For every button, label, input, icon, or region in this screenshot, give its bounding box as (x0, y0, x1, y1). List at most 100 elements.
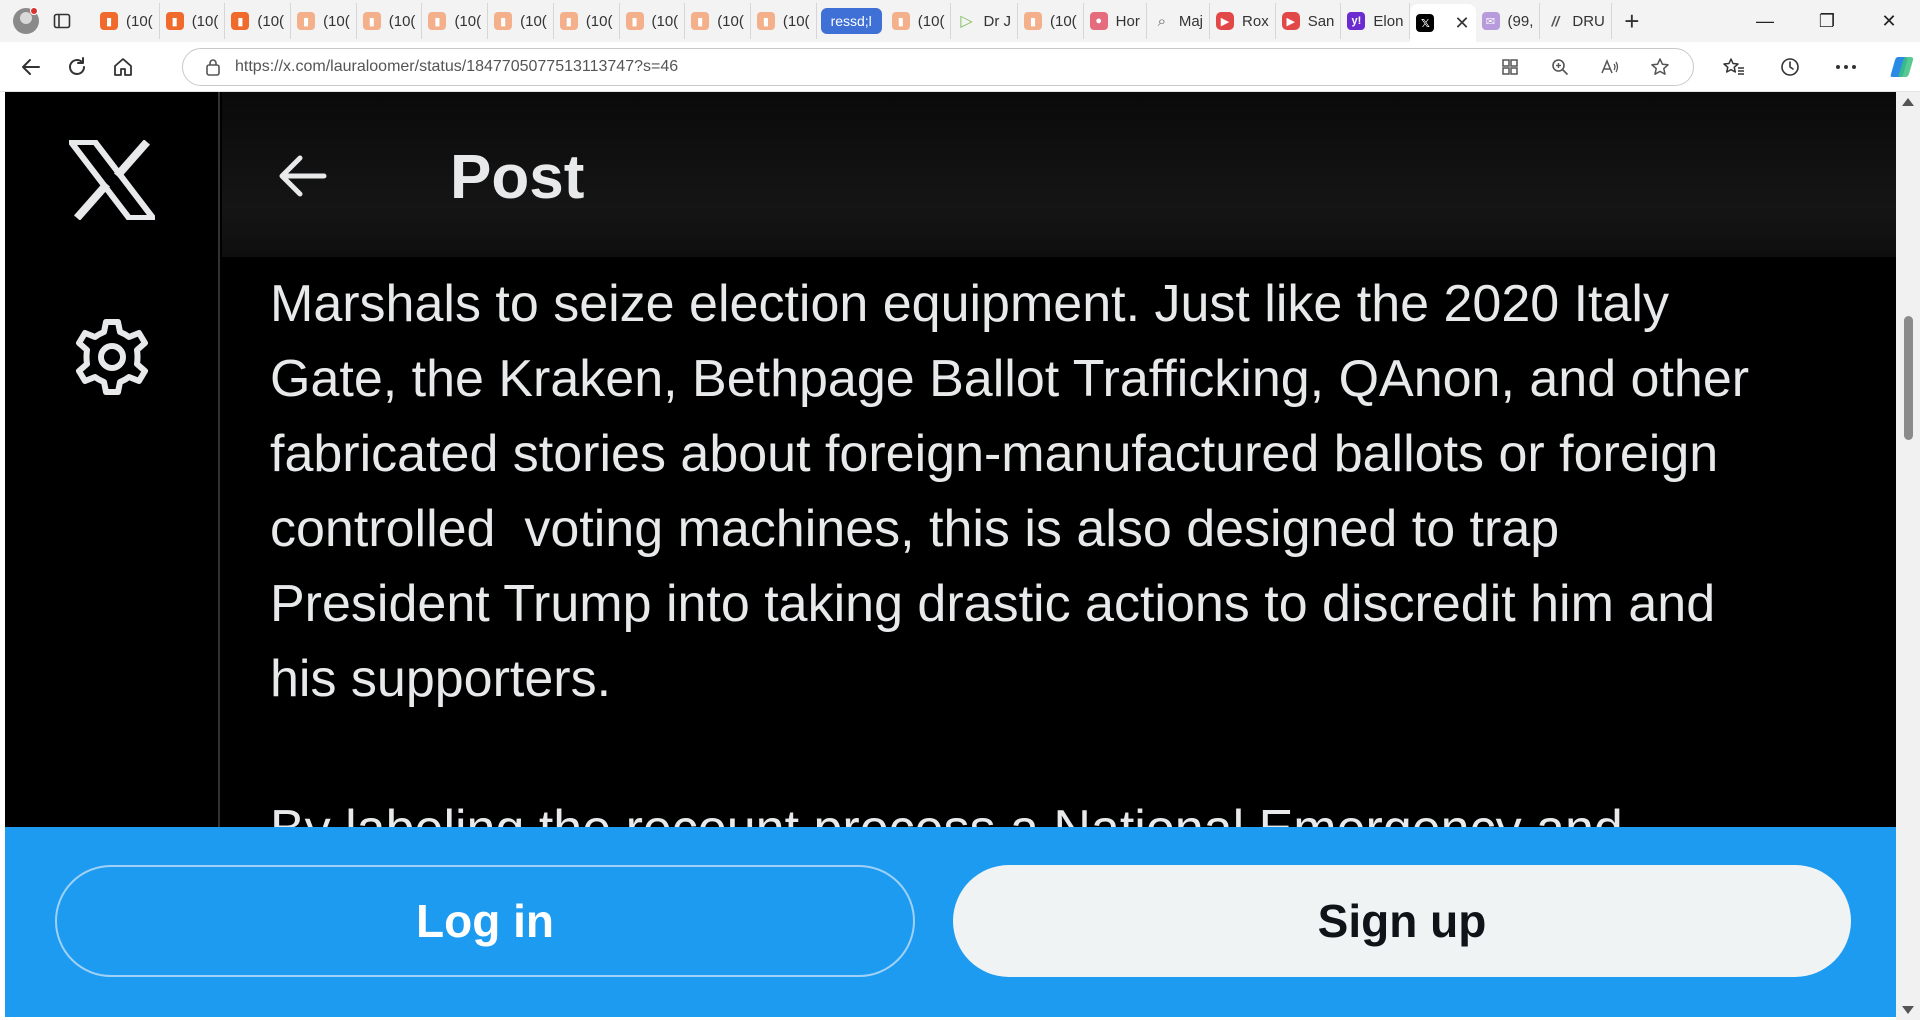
browser-tab-active[interactable]: 𝕏 ✕ (1410, 4, 1476, 42)
post-body-text: Marshals to seize election equipment. Ju… (270, 267, 1870, 717)
history-icon[interactable] (1762, 48, 1818, 86)
address-bar[interactable]: https://x.com/lauraloomer/status/1847705… (182, 48, 1694, 86)
home-button[interactable] (100, 47, 146, 87)
bookmark-icon: ▮ (100, 12, 118, 30)
tab-actions-icon (53, 13, 71, 29)
browser-tab[interactable]: ▮ (10( (751, 3, 817, 39)
browser-tab[interactable]: ▮ (10( (291, 3, 357, 39)
tab-list: ▮ (10(▮ (10(▮ (10(▮ (10(▮ (10(▮ (10(▮ (10(▮ (10(… (94, 0, 1612, 42)
favorite-star-icon[interactable] (1635, 50, 1685, 84)
tab-label: (10( (191, 12, 219, 30)
browser-tab[interactable]: ▷ Dr J (951, 3, 1018, 39)
web-page: Post Marshals to seize election equipmen… (5, 92, 1896, 1017)
browser-tab[interactable]: ▮ (10( (685, 3, 751, 39)
scroll-down-arrow-icon[interactable] (1902, 1006, 1914, 1014)
bookmark-icon: ▮ (494, 12, 513, 30)
tab-actions-button[interactable] (44, 3, 80, 39)
post-text-line: fabricated stories about foreign-manufac… (270, 425, 1719, 483)
post-text-line: controlled voting machines, this is also… (270, 500, 1560, 558)
copilot-icon[interactable] (1874, 48, 1920, 86)
tab-label: Elon (1373, 12, 1404, 30)
tab-label: (10( (388, 12, 416, 30)
refresh-button[interactable] (54, 47, 100, 87)
post-text-line: Gate, the Kraken, Bethpage Ballot Traffi… (270, 350, 1750, 408)
bookmark-icon: ▮ (756, 12, 775, 30)
tab-label: (10( (1049, 12, 1077, 30)
new-tab-button[interactable]: + (1612, 3, 1652, 39)
url-text[interactable]: https://x.com/lauraloomer/status/1847705… (235, 58, 1485, 76)
post-text-line: Marshals to seize election equipment. Ju… (270, 275, 1669, 333)
browser-tab[interactable]: ▮ (10( (225, 3, 292, 39)
tab-label: DRU (1572, 12, 1605, 30)
login-button[interactable]: Log in (55, 865, 915, 977)
x-logo-icon: 𝕏 (1416, 14, 1435, 32)
profile-button[interactable] (8, 3, 44, 39)
browser-tab[interactable]: ▮ (10( (422, 3, 489, 39)
refresh-icon (69, 56, 85, 75)
signup-button[interactable]: Sign up (953, 865, 1851, 977)
restore-button[interactable]: ❐ (1796, 0, 1858, 42)
browser-tab[interactable]: ▮ (10( (488, 3, 554, 39)
bookmark-icon: ▮ (428, 12, 447, 30)
favorites-icon[interactable] (1706, 48, 1762, 86)
browser-tab[interactable]: ⌕ Maj (1147, 3, 1211, 39)
browser-tab[interactable]: ▮ (10( (160, 3, 226, 39)
close-tab-icon[interactable]: ✕ (1454, 13, 1469, 34)
notification-dot (30, 7, 38, 15)
bookmark-icon: ▮ (625, 12, 644, 30)
browser-tab[interactable]: ▮ (10( (886, 3, 952, 39)
more-menu-icon[interactable] (1818, 48, 1874, 86)
x-logo-icon[interactable] (64, 139, 160, 221)
browser-toolbar: https://x.com/lauraloomer/status/1847705… (0, 42, 1920, 92)
back-button[interactable] (8, 47, 54, 87)
browser-tab[interactable]: ▮ (10( (357, 3, 423, 39)
youtube-icon: ▶ (1216, 12, 1235, 30)
tab-label: (99, (1507, 12, 1534, 30)
back-arrow-icon (22, 58, 40, 75)
window-controls: — ❐ ✕ (1734, 0, 1920, 42)
tab-label: Hor (1115, 12, 1140, 30)
browser-tab[interactable]: ▮ (10( (1018, 3, 1084, 39)
tab-label: (10( (585, 12, 613, 30)
zoom-icon[interactable] (1535, 50, 1585, 84)
bookmark-icon: ▮ (891, 12, 910, 30)
bookmark-icon: ▮ (1023, 12, 1042, 30)
tab-label: Dr J (983, 12, 1011, 30)
minimize-button[interactable]: — (1734, 0, 1796, 42)
browser-tab[interactable]: ▶ Rox (1210, 3, 1276, 39)
person-icon: ● (1089, 12, 1108, 30)
close-window-button[interactable]: ✕ (1858, 0, 1920, 42)
search-icon: ⌕ (1157, 12, 1167, 30)
page-scrollbar[interactable] (1896, 92, 1920, 1020)
read-aloud-icon[interactable] (1585, 50, 1635, 84)
browser-tab[interactable]: // DRU (1540, 3, 1612, 39)
bookmark-icon: ▮ (297, 12, 316, 30)
back-arrow-icon[interactable] (274, 148, 330, 204)
tab-label: (10( (717, 12, 744, 30)
scroll-up-arrow-icon[interactable] (1902, 98, 1914, 106)
browser-tab[interactable]: ● Hor (1084, 3, 1147, 39)
settings-gear-icon[interactable] (73, 318, 151, 396)
browser-tab[interactable]: ▮ (10( (554, 3, 620, 39)
site-info-icon[interactable] (191, 58, 235, 76)
bookmark-icon: ▮ (231, 12, 250, 30)
play-icon: ▷ (960, 13, 973, 30)
bookmark-icon: ▮ (362, 12, 381, 30)
browser-tab[interactable]: ▮ (10( (620, 3, 686, 39)
post-text-line: President Trump into taking drastic acti… (270, 575, 1716, 633)
tab-label: (10( (782, 12, 810, 30)
tab-label: San (1307, 12, 1335, 30)
browser-tab[interactable]: ✉ (99, (1476, 3, 1541, 39)
bookmark-icon: ▮ (691, 12, 710, 30)
browser-tab[interactable]: ▶ San (1276, 3, 1342, 39)
login-banner: Log in Sign up (5, 827, 1896, 1017)
browser-tab[interactable]: ▮ (10( (94, 3, 160, 39)
browser-tab-highlighted[interactable]: ressd;l (820, 8, 882, 34)
browser-tab[interactable]: y! Elon (1341, 3, 1411, 39)
bookmark-icon: ▮ (165, 12, 184, 30)
app-available-icon[interactable] (1485, 50, 1535, 84)
post-header: Post (222, 92, 1896, 257)
tab-label: Maj (1178, 12, 1204, 30)
mail-icon: ✉ (1481, 12, 1500, 30)
scroll-thumb[interactable] (1904, 316, 1913, 440)
